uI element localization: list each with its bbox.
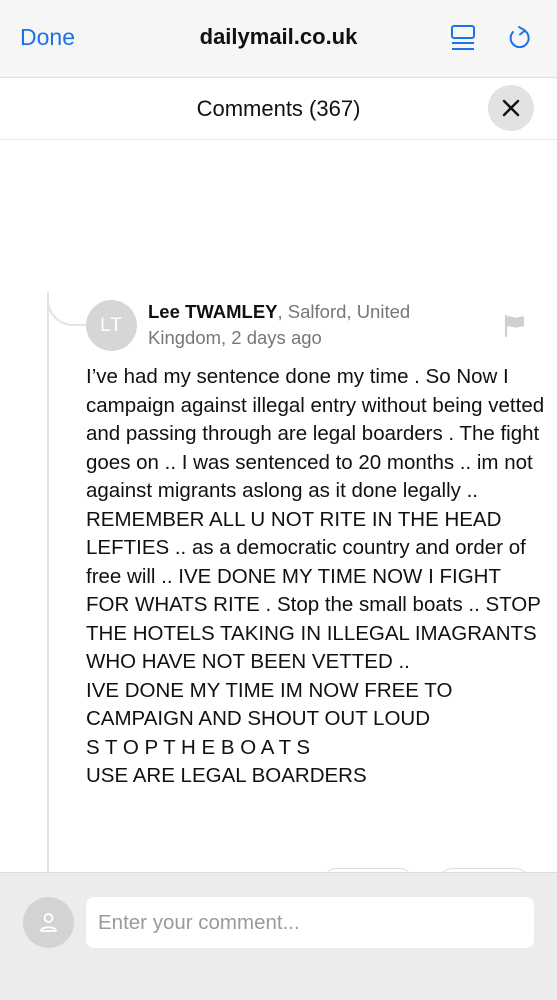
reader-mode-icon[interactable] <box>450 24 476 52</box>
close-icon <box>502 99 520 117</box>
thread-line <box>47 300 49 880</box>
comment-input[interactable] <box>86 897 534 948</box>
browser-toolbar: Done dailymail.co.uk <box>0 0 557 78</box>
comment-meta: Lee TWAMLEY, Salford, United Kingdom, 2 … <box>148 299 448 351</box>
author-name[interactable]: Lee TWAMLEY <box>148 301 278 322</box>
comment-body: I’ve had my sentence done my time . So N… <box>86 365 545 787</box>
reload-icon[interactable] <box>506 24 532 52</box>
user-icon <box>40 913 57 932</box>
comments-title: Comments (367) <box>196 96 361 121</box>
avatar: LT <box>86 300 137 351</box>
flag-icon[interactable] <box>504 314 526 338</box>
comments-header: Comments (367) <box>0 78 557 140</box>
comment-composer <box>0 872 557 1000</box>
thread-connector <box>47 292 89 326</box>
close-button[interactable] <box>488 85 534 131</box>
user-avatar <box>23 897 74 948</box>
